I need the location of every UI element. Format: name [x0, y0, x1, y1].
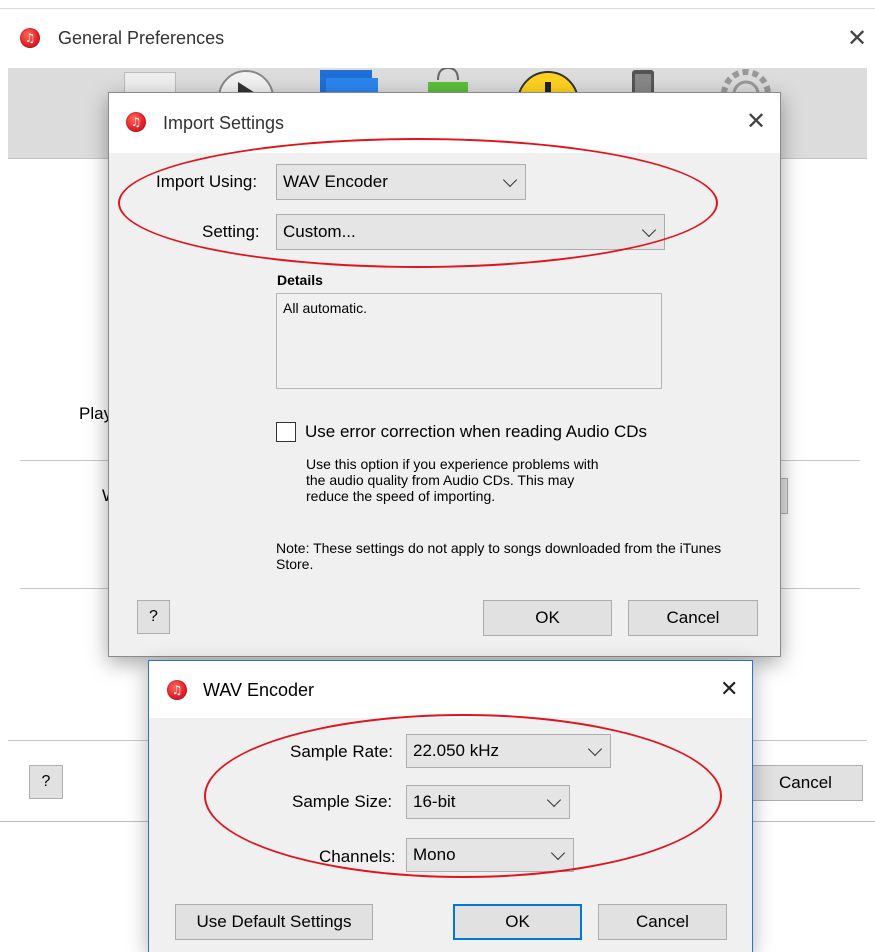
sample-size-value: 16-bit	[413, 792, 456, 811]
chevron-down-icon	[546, 792, 562, 808]
channels-select[interactable]: Mono	[406, 838, 574, 872]
itunes-icon: ♫	[167, 680, 187, 700]
cancel-button[interactable]: Cancel	[598, 904, 727, 940]
channels-value: Mono	[413, 845, 456, 864]
channels-label: Channels:	[319, 847, 396, 866]
chevron-down-icon	[641, 222, 657, 238]
wav-encoder-dialog: ♫ WAV Encoder ✕ Sample Rate: 22.050 kHz …	[148, 660, 753, 952]
ok-button[interactable]: OK	[483, 600, 612, 636]
itunes-icon: ♫	[20, 28, 40, 48]
import-settings-dialog: ♫ Import Settings ✕ Import Using: WAV En…	[108, 92, 781, 657]
import-using-value: WAV Encoder	[283, 172, 388, 191]
title-bar-top-border	[0, 8, 875, 9]
setting-select[interactable]: Custom...	[276, 214, 665, 250]
ok-button[interactable]: OK	[453, 904, 582, 940]
dialog-title: Import Settings	[163, 113, 285, 133]
close-icon[interactable]: ✕	[720, 679, 738, 701]
help-button[interactable]: ?	[29, 765, 63, 799]
sample-rate-select[interactable]: 22.050 kHz	[406, 734, 611, 768]
error-correction-help: Use this option if you experience proble…	[306, 456, 599, 504]
chevron-down-icon	[502, 172, 518, 188]
chevron-down-icon	[550, 845, 566, 861]
setting-value: Custom...	[283, 222, 356, 241]
sample-size-select[interactable]: 16-bit	[406, 785, 570, 819]
import-using-label: Import Using:	[156, 172, 258, 191]
chevron-down-icon	[587, 741, 603, 757]
dialog-title: WAV Encoder	[203, 680, 315, 700]
error-correction-checkbox[interactable]	[276, 422, 296, 442]
note-text: Note: These settings do not apply to son…	[276, 540, 722, 572]
help-button[interactable]: ?	[137, 600, 170, 634]
use-default-settings-button[interactable]: Use Default Settings	[175, 904, 373, 940]
import-using-select[interactable]: WAV Encoder	[276, 164, 526, 200]
close-icon[interactable]: ✕	[746, 109, 766, 133]
window-title: General Preferences	[58, 28, 225, 48]
error-correction-label[interactable]: Use error correction when reading Audio …	[305, 422, 647, 442]
itunes-icon: ♫	[126, 112, 146, 132]
sample-rate-value: 22.050 kHz	[413, 741, 499, 760]
setting-label: Setting:	[202, 222, 260, 241]
sample-rate-label: Sample Rate:	[290, 742, 393, 761]
close-icon[interactable]: ✕	[847, 26, 867, 50]
details-box: All automatic.	[276, 293, 662, 389]
details-text: All automatic.	[283, 300, 368, 316]
details-heading: Details	[277, 272, 323, 288]
cancel-button[interactable]: Cancel	[748, 765, 863, 801]
sample-size-label: Sample Size:	[292, 792, 393, 811]
cancel-button[interactable]: Cancel	[628, 600, 758, 636]
